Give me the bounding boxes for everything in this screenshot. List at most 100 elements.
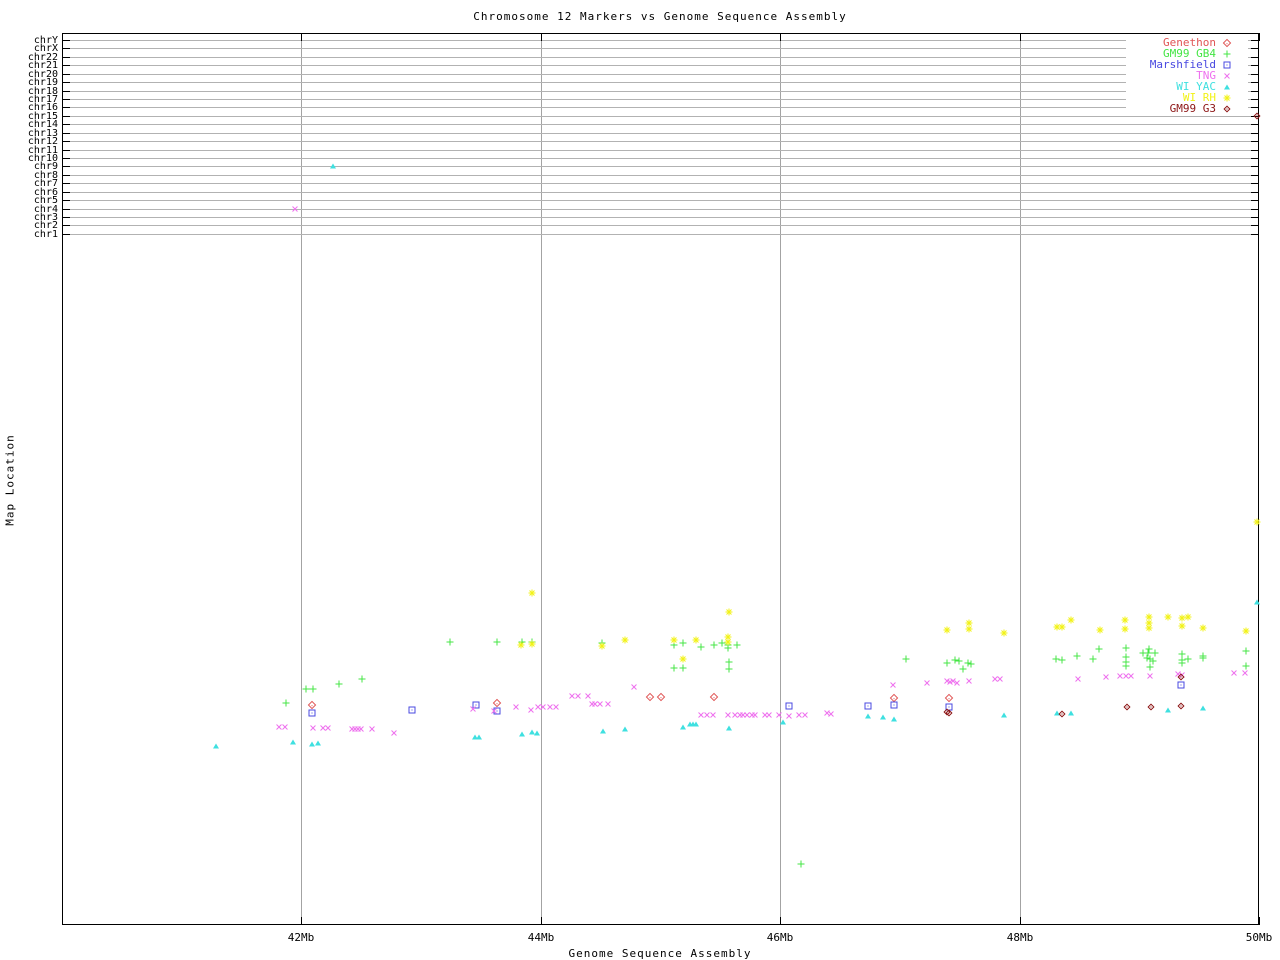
scatter-point (1147, 703, 1155, 711)
y-tick-mark (62, 225, 70, 226)
scatter-point (697, 643, 705, 651)
scatter-point (864, 713, 871, 719)
scatter-point (1122, 644, 1130, 652)
scatter-point (890, 701, 898, 709)
scatter-point (890, 716, 897, 722)
chromosome-gridline (62, 217, 1259, 218)
scatter-point (800, 710, 810, 720)
scatter-point (1199, 705, 1206, 711)
scatter-point (307, 700, 317, 710)
scatter-point (1253, 518, 1261, 526)
scatter-point (725, 608, 733, 616)
x-tick-label: 48Mb (1006, 931, 1034, 944)
y-tick-mark (62, 40, 70, 41)
scatter-point (1199, 654, 1207, 662)
y-tick-mark (1251, 217, 1259, 218)
x-tick-mark (1020, 33, 1021, 41)
scatter-point (1199, 624, 1207, 632)
scatter-point (528, 589, 536, 597)
chromosome-gridline (62, 65, 1259, 66)
scatter-chart: Chromosome 12 Markers vs Genome Sequence… (0, 0, 1280, 960)
scatter-point (692, 636, 700, 644)
scatter-point-chromosome-band (290, 204, 300, 214)
scatter-point (724, 644, 731, 652)
scatter-point (864, 702, 872, 710)
scatter-point (959, 665, 967, 673)
scatter-point (943, 626, 951, 634)
scatter-point (679, 664, 687, 672)
scatter-point (943, 659, 951, 667)
scatter-point (680, 724, 687, 730)
y-tick-mark (62, 166, 70, 167)
scatter-point (1096, 626, 1104, 634)
scatter-point (629, 682, 639, 692)
scatter-point (1177, 702, 1185, 710)
scatter-point (670, 636, 678, 644)
x-tick-mark (780, 33, 781, 41)
scatter-point (1057, 710, 1066, 718)
y-tick-mark (62, 99, 70, 100)
scatter-point (888, 680, 898, 690)
chromosome-gridline (62, 166, 1259, 167)
scatter-point (1229, 668, 1239, 678)
y-tick-mark (62, 107, 70, 108)
scatter-point (389, 728, 399, 738)
y-tick-mark (62, 124, 70, 125)
y-tick-mark (62, 217, 70, 218)
scatter-point (645, 692, 654, 702)
scatter-point (1184, 655, 1192, 663)
scatter-point (1178, 622, 1186, 630)
scatter-point (880, 714, 887, 720)
scatter-point (598, 642, 606, 650)
scatter-point (1095, 645, 1103, 653)
legend-label: GM99 G3 (1169, 102, 1216, 115)
x-tick-mark (1020, 917, 1021, 925)
scatter-point (964, 676, 974, 686)
y-tick-mark (1251, 91, 1259, 92)
chromosome-gridline (62, 209, 1259, 210)
scatter-point (1073, 674, 1083, 684)
legend-marker-plus-icon (1216, 49, 1238, 58)
scatter-point (725, 658, 733, 666)
chromosome-gridline (62, 200, 1259, 201)
gm99-g3-marker-icon (1223, 104, 1231, 113)
y-tick-mark (1251, 107, 1259, 108)
chromosome-gridline (62, 99, 1259, 100)
y-tick-mark (62, 116, 70, 117)
legend-marker-cross-icon (1216, 71, 1238, 80)
y-tick-mark (62, 150, 70, 151)
scatter-point (517, 641, 524, 649)
y-tick-mark (62, 141, 70, 142)
x-tick-mark (301, 917, 302, 925)
scatter-point (1058, 623, 1065, 631)
scatter-point (922, 678, 932, 688)
y-tick-mark (1251, 183, 1259, 184)
scatter-point (679, 639, 687, 647)
scatter-point (710, 641, 718, 649)
x-tick-mark (541, 33, 542, 41)
y-tick-mark (62, 158, 70, 159)
scatter-point (621, 636, 629, 644)
y-tick-mark (1251, 192, 1259, 193)
y-tick-mark (1251, 158, 1259, 159)
chromosome-gridline (62, 150, 1259, 151)
scatter-point (724, 638, 731, 646)
y-tick-mark (1251, 48, 1259, 49)
legend-marker-odia-icon (1216, 38, 1238, 47)
y-tick-mark (62, 133, 70, 134)
chromosome-gridline (62, 116, 1259, 117)
scatter-point (710, 692, 719, 702)
y-tick-mark (1251, 99, 1259, 100)
chromosome-gridline (62, 192, 1259, 193)
x-tick-mark (541, 917, 542, 925)
scatter-point (1001, 712, 1007, 718)
scatter-point (1240, 668, 1250, 678)
scatter-point-chromosome-band (1253, 112, 1261, 120)
y-tick-mark (62, 82, 70, 83)
x-tick-label: 46Mb (766, 931, 794, 944)
y-tick-mark (1251, 225, 1259, 226)
scatter-point (779, 719, 786, 725)
y-tick-mark (62, 200, 70, 201)
scatter-point (1122, 662, 1130, 670)
y-tick-mark (1251, 133, 1259, 134)
